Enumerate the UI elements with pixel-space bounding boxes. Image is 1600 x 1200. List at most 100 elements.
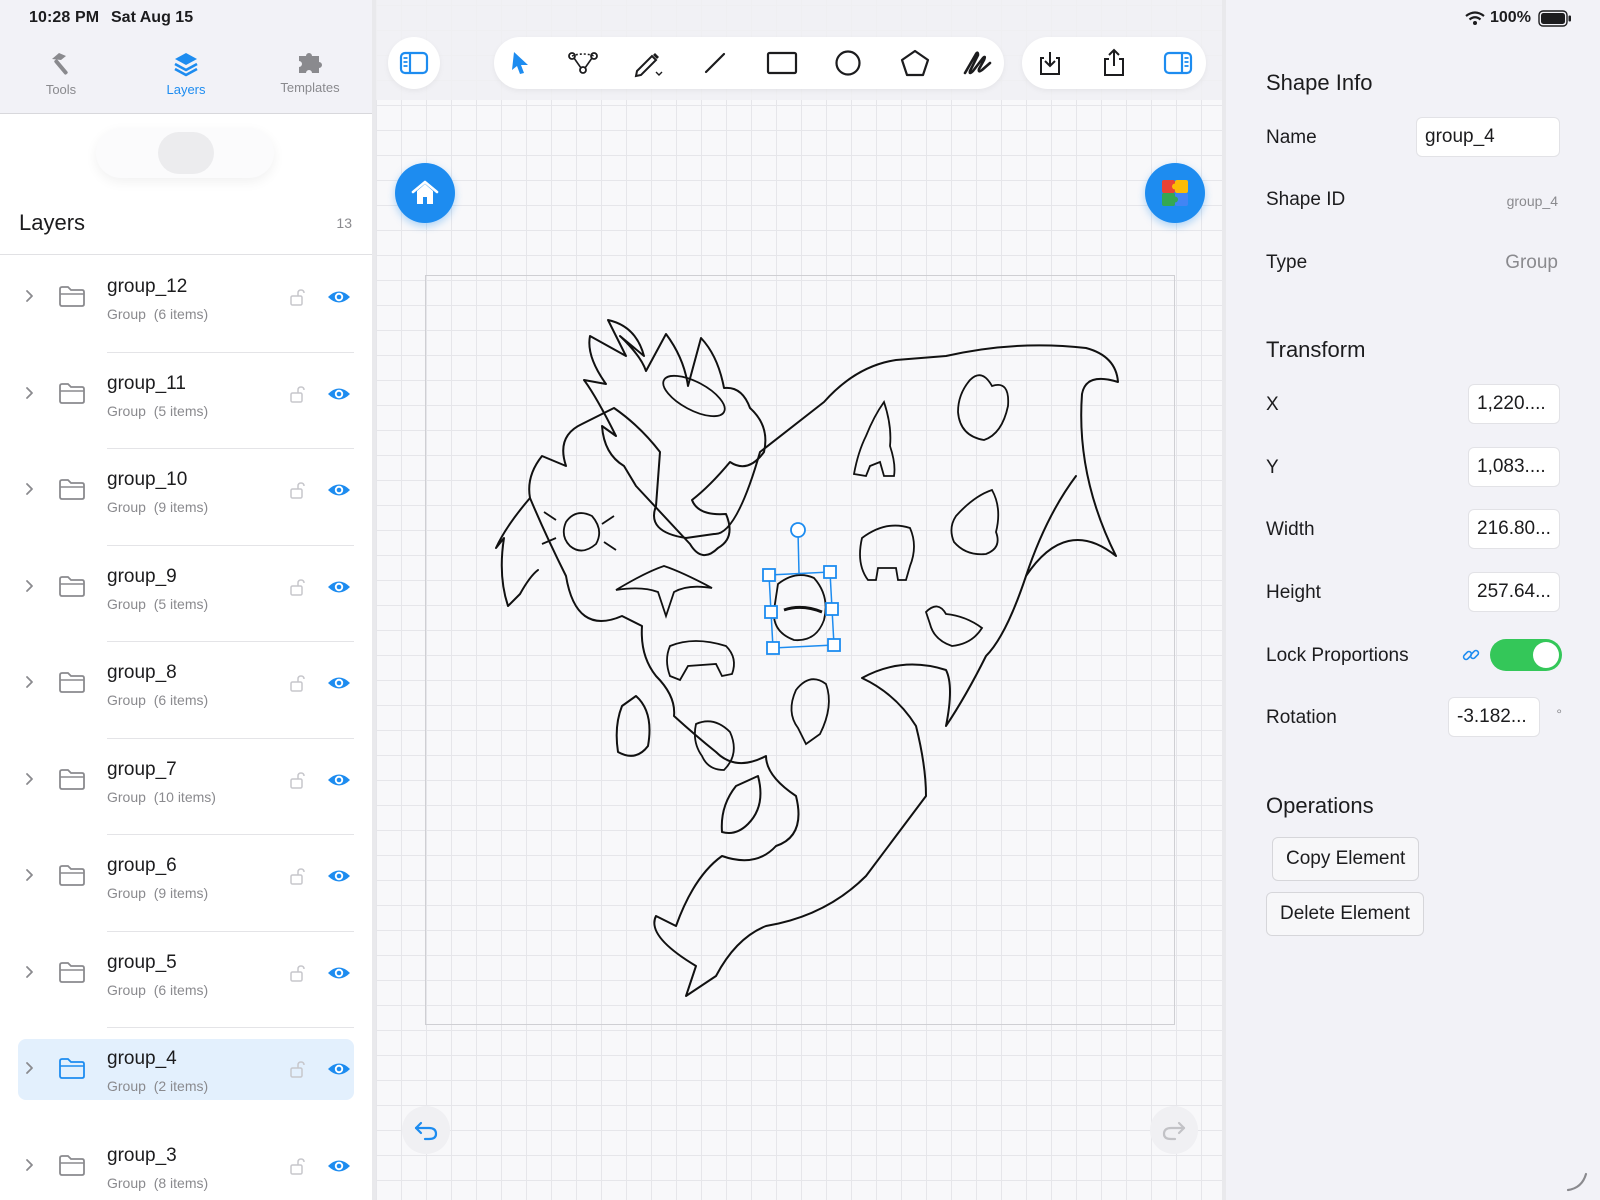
tab-tools-label: Tools bbox=[45, 82, 77, 97]
redo-button[interactable] bbox=[1150, 1106, 1198, 1154]
y-input[interactable] bbox=[1468, 447, 1560, 487]
line-tool-button[interactable] bbox=[689, 37, 741, 89]
name-input[interactable] bbox=[1416, 117, 1560, 157]
rectangle-tool-button[interactable] bbox=[756, 37, 808, 89]
layer-row[interactable]: group_5 Group (6 items) bbox=[0, 932, 372, 1028]
share-button[interactable] bbox=[1088, 37, 1140, 89]
select-tool-button[interactable] bbox=[494, 37, 546, 89]
duck-figure bbox=[924, 605, 984, 647]
eye-icon[interactable] bbox=[327, 771, 351, 789]
eye-icon[interactable] bbox=[327, 481, 351, 499]
layer-row[interactable]: group_9 Group (5 items) bbox=[0, 546, 372, 642]
tab-templates[interactable]: Templates bbox=[255, 50, 365, 95]
chevron-right-icon[interactable] bbox=[22, 965, 36, 979]
unlock-icon[interactable] bbox=[289, 385, 305, 403]
chevron-right-icon[interactable] bbox=[22, 1061, 36, 1075]
chevron-right-icon[interactable] bbox=[22, 482, 36, 496]
inspector-toggle-button[interactable] bbox=[1152, 37, 1204, 89]
node-edit-icon bbox=[568, 52, 598, 74]
undo-button[interactable] bbox=[402, 1106, 450, 1154]
layer-row[interactable]: group_7 Group (10 items) bbox=[0, 739, 372, 835]
layer-row[interactable]: group_6 Group (9 items) bbox=[0, 835, 372, 932]
lock-proportions-toggle[interactable] bbox=[1490, 639, 1562, 671]
layer-row[interactable]: group_10 Group (9 items) bbox=[0, 449, 372, 546]
eye-icon[interactable] bbox=[327, 674, 351, 692]
layer-meta: Group (2 items) bbox=[107, 1078, 209, 1094]
unlock-icon[interactable] bbox=[289, 867, 305, 885]
dragon-body-path bbox=[528, 344, 1119, 997]
folder-icon bbox=[59, 1058, 85, 1079]
mode-switch[interactable] bbox=[96, 128, 274, 178]
canvas-area[interactable] bbox=[376, 0, 1222, 1200]
eye-icon[interactable] bbox=[327, 1157, 351, 1175]
node-edit-tool-button[interactable] bbox=[557, 37, 609, 89]
chevron-right-icon[interactable] bbox=[22, 772, 36, 786]
layer-name: group_9 bbox=[107, 565, 177, 587]
tab-templates-label: Templates bbox=[280, 80, 340, 95]
home-button[interactable] bbox=[395, 163, 455, 223]
chevron-right-icon[interactable] bbox=[22, 868, 36, 882]
width-input[interactable] bbox=[1468, 509, 1560, 549]
layer-row[interactable]: group_12 Group (6 items) bbox=[0, 256, 372, 353]
layer-meta: Group (10 items) bbox=[107, 788, 216, 805]
layer-name: group_7 bbox=[107, 758, 177, 780]
layers-sidebar: 10:28 PM Sat Aug 15 Tools Layers Templat… bbox=[0, 0, 372, 1200]
pen-tool-button[interactable] bbox=[623, 37, 675, 89]
unlock-icon[interactable] bbox=[289, 674, 305, 692]
unlock-icon[interactable] bbox=[289, 578, 305, 596]
layer-row[interactable]: group_11 Group (5 items) bbox=[0, 353, 372, 449]
tiger-figure bbox=[666, 640, 735, 682]
eye-icon[interactable] bbox=[327, 385, 351, 403]
delete-element-button[interactable]: Delete Element bbox=[1266, 892, 1424, 936]
freehand-tool-button[interactable] bbox=[952, 37, 1004, 89]
dragon-artwork[interactable] bbox=[426, 276, 1176, 1026]
layer-name: group_6 bbox=[107, 855, 177, 876]
chevron-right-icon[interactable] bbox=[22, 1158, 36, 1172]
folder-icon bbox=[59, 768, 85, 790]
hammer-icon bbox=[52, 53, 68, 75]
sidebar-toggle-button[interactable] bbox=[388, 37, 440, 89]
copy-element-button[interactable]: Copy Element bbox=[1272, 837, 1420, 881]
eye-icon[interactable] bbox=[327, 867, 351, 885]
polygon-tool-button[interactable] bbox=[889, 37, 941, 89]
layer-row[interactable]: group_3 Group (8 items) bbox=[0, 1125, 372, 1200]
unlock-icon[interactable] bbox=[289, 288, 305, 306]
layer-meta: Group (6 items) bbox=[107, 692, 209, 708]
mode-switch-knob[interactable] bbox=[158, 132, 214, 174]
eye-icon[interactable] bbox=[327, 964, 351, 982]
layer-row[interactable]: group_8 Group (6 items) bbox=[0, 642, 372, 739]
tab-tools[interactable]: Tools bbox=[6, 50, 116, 97]
lizard-figure bbox=[693, 720, 735, 771]
chevron-right-icon[interactable] bbox=[22, 289, 36, 303]
artboard[interactable] bbox=[425, 275, 1175, 1025]
height-input[interactable] bbox=[1468, 572, 1560, 612]
puzzle-icon bbox=[299, 53, 322, 73]
eye-icon[interactable] bbox=[327, 1060, 351, 1078]
folder-icon bbox=[59, 286, 85, 307]
unlock-icon[interactable] bbox=[289, 1157, 305, 1175]
layer-meta: Group (9 items) bbox=[107, 885, 209, 901]
eye-icon[interactable] bbox=[327, 578, 351, 596]
ellipse-tool-button[interactable] bbox=[822, 37, 874, 89]
tab-layers[interactable]: Layers bbox=[131, 50, 241, 97]
sidebar-header: 10:28 PM Sat Aug 15 Tools Layers Templat… bbox=[0, 0, 372, 114]
chevron-right-icon[interactable] bbox=[22, 579, 36, 593]
eye-icon[interactable] bbox=[327, 288, 351, 306]
layer-row[interactable]: group_4 Group (2 items) bbox=[0, 1028, 372, 1125]
plugins-button[interactable] bbox=[1145, 163, 1205, 223]
chevron-right-icon[interactable] bbox=[22, 386, 36, 400]
battery-percent: 100% bbox=[1490, 9, 1531, 26]
chevron-right-icon[interactable] bbox=[22, 675, 36, 689]
unlock-icon[interactable] bbox=[289, 481, 305, 499]
import-button[interactable] bbox=[1024, 37, 1076, 89]
layer-name: group_8 bbox=[107, 662, 177, 683]
tab-layers-label: Layers bbox=[166, 82, 206, 97]
folder-icon bbox=[59, 961, 85, 983]
unlock-icon[interactable] bbox=[289, 771, 305, 789]
name-label: Name bbox=[1266, 127, 1317, 148]
import-icon bbox=[1040, 52, 1060, 75]
unlock-icon[interactable] bbox=[289, 1060, 305, 1078]
rotation-input[interactable] bbox=[1448, 697, 1540, 737]
x-input[interactable] bbox=[1468, 384, 1560, 424]
unlock-icon[interactable] bbox=[289, 964, 305, 982]
